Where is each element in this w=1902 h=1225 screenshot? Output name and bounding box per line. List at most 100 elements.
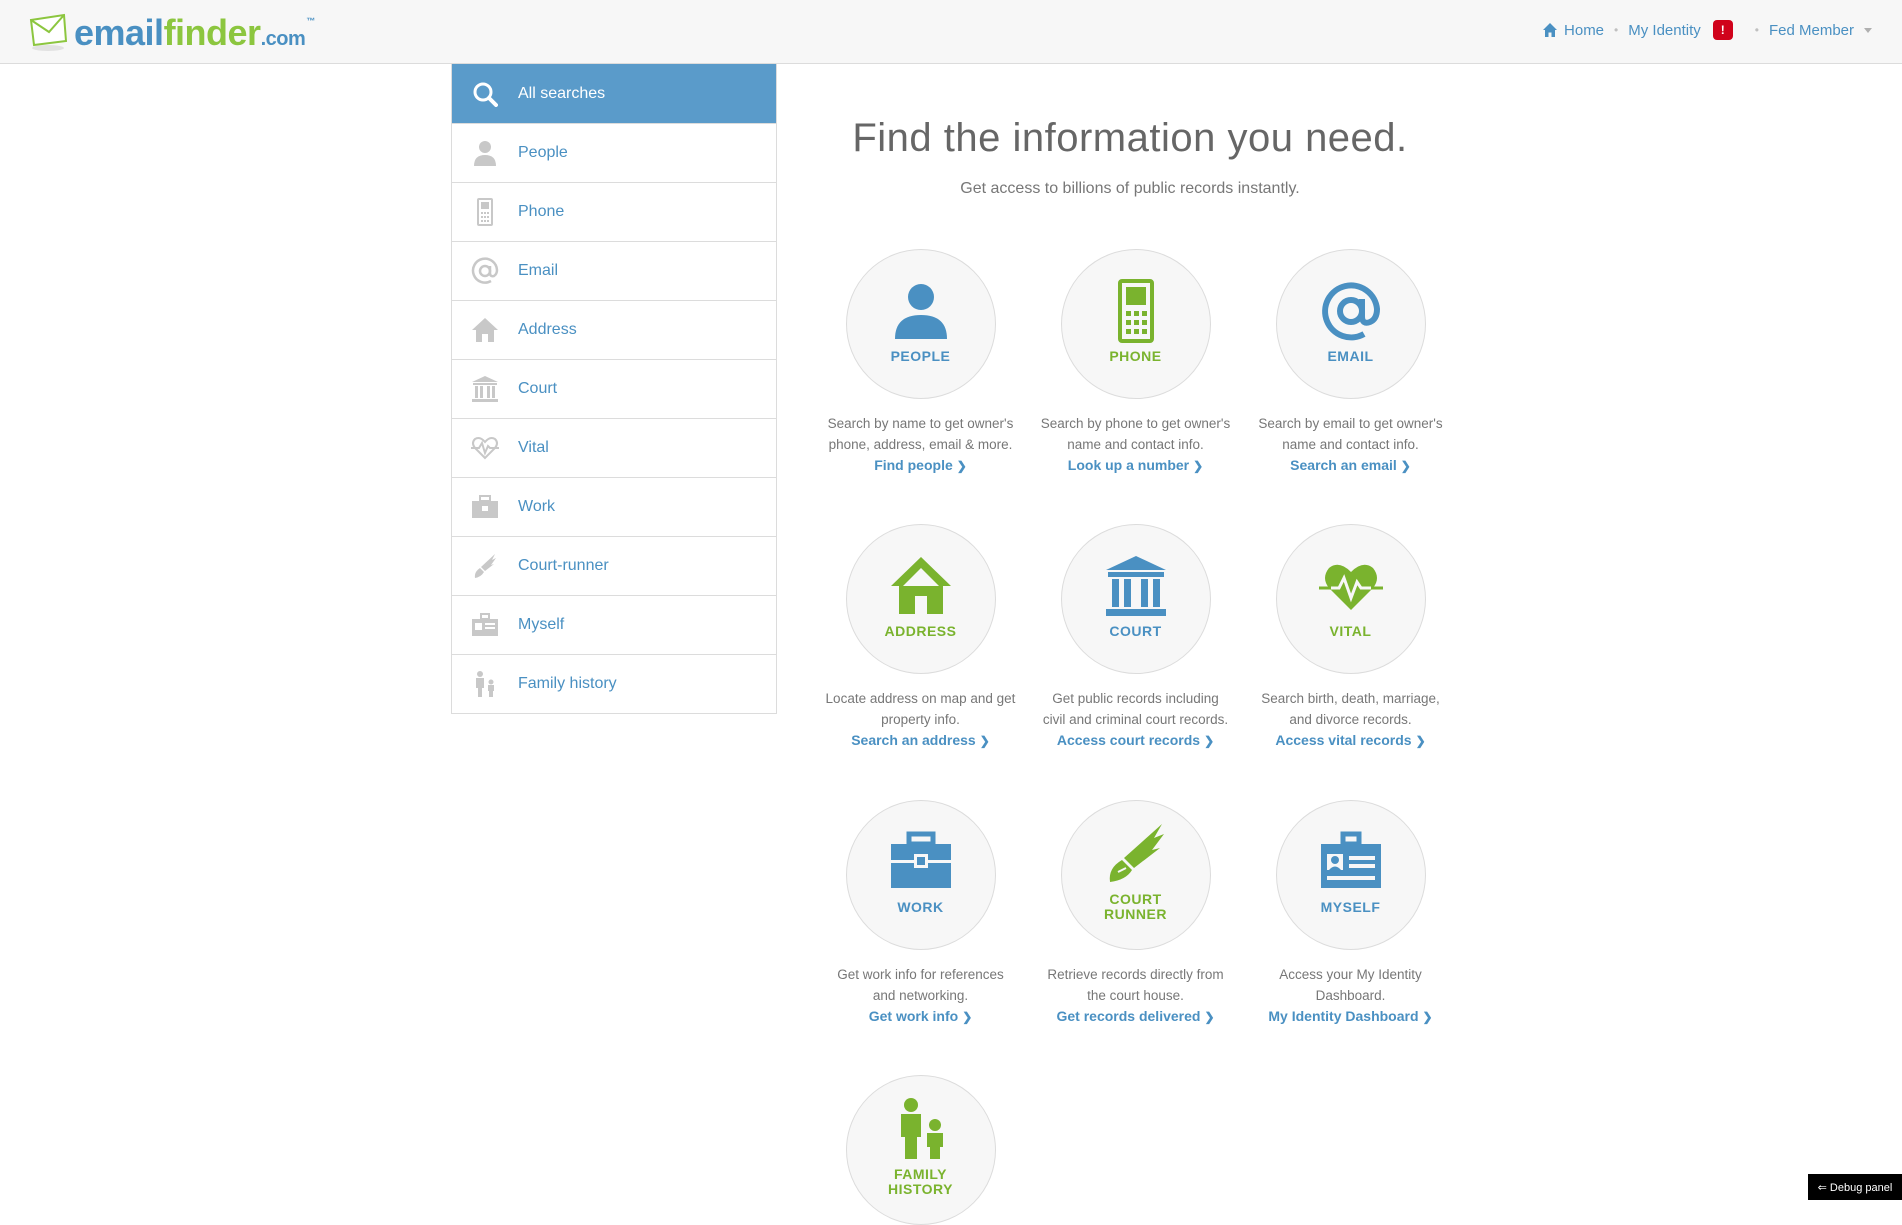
card-description: Search birth, death, marriage,and divorc… [1243,688,1458,730]
logo-text-email: email [74,12,164,53]
sidebar-item-all-searches[interactable]: All searches [452,64,776,123]
sidebar-item-court[interactable]: Court [452,359,776,418]
court-circle-button[interactable]: COURT [1061,524,1211,674]
debug-panel-toggle[interactable]: ⇐ Debug panel [1808,1174,1902,1200]
vital-circle-button[interactable]: VITAL [1276,524,1426,674]
phone-icon [470,197,500,227]
sidebar-item-myself[interactable]: Myself [452,595,776,654]
card-work: WORK Get work info for referencesand net… [813,800,1028,1024]
id-card-icon [470,610,500,640]
card-label: ADDRESS [885,624,957,639]
card-description: Search by phone to get owner'sname and c… [1028,413,1243,455]
sidebar-item-vital[interactable]: Vital [452,418,776,477]
envelope-logo-icon [28,12,68,52]
logo-text-finder: finder [164,12,261,53]
briefcase-icon [889,830,953,894]
find-people-link[interactable]: Find people❯ [813,457,1028,473]
sidebar-item-label: Family history [518,675,617,693]
sidebar-item-work[interactable]: Work [452,477,776,536]
sidebar-item-label: Court [518,380,557,398]
sidebar-item-address[interactable]: Address [452,300,776,359]
sidebar-item-people[interactable]: People [452,123,776,182]
logo-trademark: ™ [306,16,315,26]
chevron-right-icon: ❯ [1416,734,1426,748]
site-logo[interactable]: emailfinder.com™ [28,12,315,54]
id-card-icon [1319,830,1383,894]
get-work-info-link[interactable]: Get work info❯ [813,1008,1028,1024]
card-address: ADDRESS Locate address on map and getpro… [813,524,1028,748]
card-court-runner: COURT RUNNER Retrieve records directly f… [1028,800,1243,1024]
chevron-right-icon: ❯ [1401,459,1411,473]
family-icon [889,1097,953,1161]
sidebar-item-label: Myself [518,616,564,634]
chevron-right-icon: ❯ [962,1010,972,1024]
card-description: Get work info for referencesand networki… [813,964,1028,1006]
sidebar-item-family-history[interactable]: Family history [452,654,776,713]
chevron-right-icon: ❯ [1204,1010,1214,1024]
access-court-records-link[interactable]: Access court records❯ [1028,732,1243,748]
alert-badge[interactable]: ! [1713,20,1733,40]
courthouse-icon [470,374,500,404]
card-label: COURT [1109,624,1161,639]
my-identity-dashboard-link[interactable]: My Identity Dashboard❯ [1243,1008,1458,1024]
person-icon [470,138,500,168]
page-title: Find the information you need. [790,116,1470,161]
nav-separator: • [1614,23,1618,37]
search-sidebar: All searches People Phone Email Address … [451,64,777,714]
nav-my-identity-link[interactable]: My Identity [1628,22,1701,39]
get-records-delivered-link[interactable]: Get records delivered❯ [1028,1008,1243,1024]
at-icon [470,256,500,286]
work-circle-button[interactable]: WORK [846,800,996,950]
card-label: FAMILY HISTORY [886,1167,956,1197]
chevron-down-icon[interactable] [1864,28,1872,33]
home-icon[interactable] [1542,22,1558,38]
house-icon [470,315,500,345]
card-label: PHONE [1109,349,1161,364]
card-phone: PHONE Search by phone to get owner'sname… [1028,249,1243,473]
logo-text-domain: .com [261,28,306,50]
people-circle-button[interactable]: PEOPLE [846,249,996,399]
family-history-circle-button[interactable]: FAMILY HISTORY [846,1075,996,1225]
sidebar-item-email[interactable]: Email [452,241,776,300]
chevron-right-icon: ❯ [980,734,990,748]
card-myself: MYSELF Access your My IdentityDashboard.… [1243,800,1458,1024]
sidebar-item-label: Work [518,498,555,516]
card-description: Locate address on map and getproperty in… [813,688,1028,730]
heartbeat-icon [1319,554,1383,618]
phone-circle-button[interactable]: PHONE [1061,249,1211,399]
card-label: VITAL [1330,624,1372,639]
sidebar-item-phone[interactable]: Phone [452,182,776,241]
card-label: EMAIL [1327,349,1373,364]
house-icon [889,554,953,618]
card-description: Retrieve records directly fromthe court … [1028,964,1243,1006]
search-email-link[interactable]: Search an email❯ [1243,457,1458,473]
search-address-link[interactable]: Search an address❯ [813,732,1028,748]
sidebar-item-court-runner[interactable]: Court-runner [452,536,776,595]
chevron-right-icon: ❯ [1204,734,1214,748]
sidebar-item-label: Address [518,321,577,339]
card-people: PEOPLE Search by name to get owner'sphon… [813,249,1028,473]
access-vital-records-link[interactable]: Access vital records❯ [1243,732,1458,748]
nav-home-link[interactable]: Home [1564,22,1604,39]
address-circle-button[interactable]: ADDRESS [846,524,996,674]
person-icon [889,279,953,343]
court-runner-circle-button[interactable]: COURT RUNNER [1061,800,1211,950]
sidebar-item-label: Court-runner [518,557,609,575]
card-description: Search by name to get owner'sphone, addr… [813,413,1028,455]
sidebar-item-label: Email [518,262,558,280]
top-header: emailfinder.com™ Home • My Identity ! • … [0,0,1902,64]
sidebar-item-label: All searches [518,85,605,103]
at-icon [1319,279,1383,343]
card-label: MYSELF [1321,900,1381,915]
nav-separator: • [1755,23,1759,37]
email-circle-button[interactable]: EMAIL [1276,249,1426,399]
card-description: Get public records includingcivil and cr… [1028,688,1243,730]
card-family-history: FAMILY HISTORY [813,1075,1028,1225]
chevron-right-icon: ❯ [957,459,967,473]
sidebar-item-label: Vital [518,439,549,457]
look-up-number-link[interactable]: Look up a number❯ [1028,457,1243,473]
top-nav: Home • My Identity ! • Fed Member [1542,20,1872,40]
member-menu[interactable]: Fed Member [1769,22,1854,39]
card-email: EMAIL Search by email to get owner'sname… [1243,249,1458,473]
myself-circle-button[interactable]: MYSELF [1276,800,1426,950]
